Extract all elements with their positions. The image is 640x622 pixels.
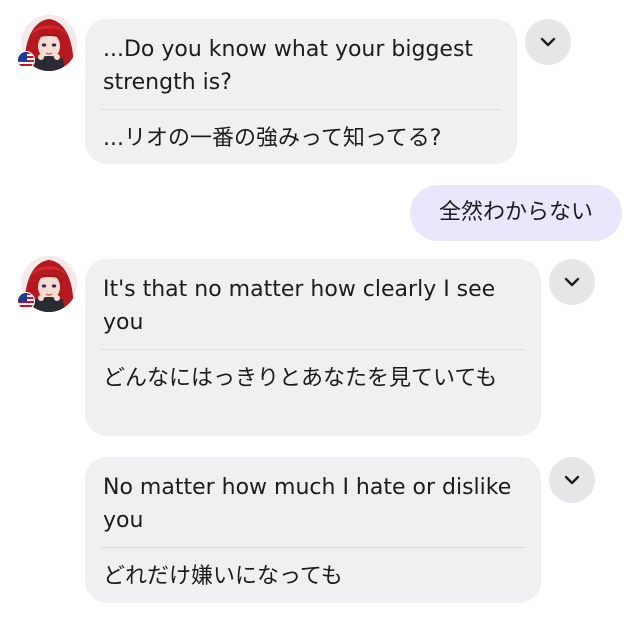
user-message-bubble: 全然わからない (410, 185, 622, 241)
character-avatar[interactable] (17, 15, 77, 71)
us-flag-icon (17, 51, 35, 69)
message-japanese-text: ...リオの一番の強みって知ってる? (103, 126, 442, 151)
chevron-down-icon (564, 475, 580, 485)
message-english-text: It's that no matter how clearly I see yo… (101, 259, 525, 350)
chevron-down-icon (564, 277, 580, 287)
message-japanese-text: どれだけ嫌いになっても (103, 564, 343, 589)
assistant-message-bubble: No matter how much I hate or dislike you… (85, 457, 541, 603)
message-english-text: No matter how much I hate or dislike you (101, 457, 525, 548)
expand-message-button[interactable] (525, 19, 571, 65)
assistant-message-bubble: It's that no matter how clearly I see yo… (85, 259, 541, 436)
us-flag-icon (17, 292, 35, 310)
chevron-down-icon (540, 37, 556, 47)
character-avatar[interactable] (17, 256, 77, 312)
message-japanese-text: どんなにはっきりとあなたを見ていても (103, 366, 498, 391)
assistant-message-bubble: ...Do you know what your biggest strengt… (85, 19, 517, 164)
message-english-text: ...Do you know what your biggest strengt… (101, 19, 501, 110)
expand-message-button[interactable] (549, 259, 595, 305)
user-message-text: 全然わからない (438, 200, 593, 225)
expand-message-button[interactable] (549, 457, 595, 503)
